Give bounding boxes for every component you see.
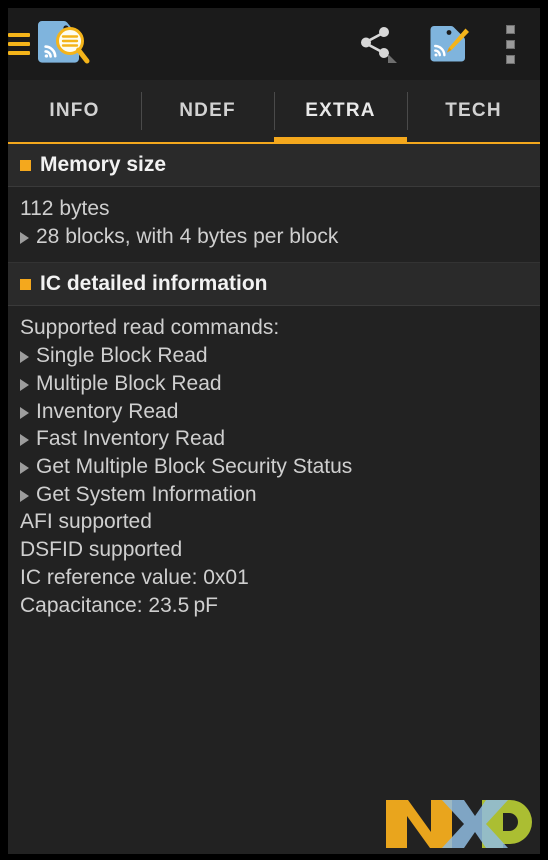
list-item-text: Get Multiple Block Security Status (36, 455, 353, 479)
tab-extra[interactable]: EXTRA (274, 80, 407, 142)
bullet-triangle-icon (20, 462, 29, 475)
action-bar (8, 8, 540, 80)
overflow-menu-icon[interactable] (484, 13, 536, 75)
device-frame: INFO NDEF EXTRA TECH Memory size 112 byt… (0, 0, 548, 860)
list-item-text: 28 blocks, with 4 bytes per block (36, 224, 339, 248)
nxp-logo (384, 796, 534, 852)
list-item: Inventory Read (20, 398, 528, 426)
bullet-triangle-icon (20, 231, 29, 244)
section-body-memory-size: 112 bytes 28 blocks, with 4 bytes per bl… (8, 187, 540, 264)
list-item-text: Multiple Block Read (36, 371, 222, 395)
list-item: Single Block Read (20, 342, 528, 370)
list-item: Fast Inventory Read (20, 425, 528, 453)
list-item-text: Get System Information (36, 482, 257, 506)
bullet-triangle-icon (20, 406, 29, 419)
tab-label: NDEF (179, 100, 236, 121)
nfc-tag-reader-icon[interactable] (32, 15, 92, 73)
list-item-text: IC reference value: 0x01 (20, 565, 249, 589)
overflow-dot (505, 39, 515, 49)
list-item-text: Capacitance: 23.5 pF (20, 593, 218, 617)
tab-label: EXTRA (305, 100, 376, 121)
section-header-ic-detailed-information: IC detailed information (8, 263, 540, 307)
list-item: 112 bytes (20, 195, 528, 223)
section-bullet-icon (20, 278, 31, 290)
list-item-text: AFI supported (20, 510, 152, 534)
section-title: IC detailed information (40, 272, 268, 296)
list-item-text: 112 bytes (20, 197, 110, 220)
tab-tech[interactable]: TECH (407, 80, 540, 142)
extra-tab-content: Memory size 112 bytes 28 blocks, with 4 … (8, 144, 540, 854)
overflow-dot (505, 24, 515, 34)
overflow-dot (505, 54, 515, 64)
list-item: IC reference value: 0x01 (20, 564, 528, 592)
app-screen: INFO NDEF EXTRA TECH Memory size 112 byt… (8, 8, 540, 854)
section-body-ic-detailed-information: Supported read commands: Single Block Re… (8, 306, 540, 632)
tab-info[interactable]: INFO (8, 80, 141, 142)
section-title: Memory size (40, 153, 167, 176)
list-item-text: Fast Inventory Read (36, 427, 226, 451)
bullet-triangle-icon (20, 351, 29, 364)
tab-label: TECH (445, 100, 502, 121)
hamburger-line (8, 33, 30, 37)
tab-label: INFO (49, 100, 100, 121)
list-item-text: Inventory Read (36, 399, 179, 423)
section-header-memory-size: Memory size (8, 144, 540, 187)
list-item: Get Multiple Block Security Status (20, 453, 528, 481)
bullet-triangle-icon (20, 489, 29, 502)
tab-ndef[interactable]: NDEF (141, 80, 274, 142)
list-item: 28 blocks, with 4 bytes per block (20, 223, 528, 251)
list-item: Multiple Block Read (20, 370, 528, 398)
hamburger-line (8, 51, 30, 55)
list-item: Capacitance: 23.5 pF (20, 592, 528, 620)
dropdown-triangle-icon (388, 54, 397, 63)
share-button[interactable] (340, 13, 412, 75)
hamburger-menu-icon[interactable] (8, 29, 30, 59)
bullet-triangle-icon (20, 434, 29, 447)
list-item: DSFID supported (20, 536, 528, 564)
write-tag-button[interactable] (412, 13, 484, 75)
list-item-text: DSFID supported (20, 538, 183, 562)
tab-bar: INFO NDEF EXTRA TECH (8, 80, 540, 144)
bullet-triangle-icon (20, 378, 29, 391)
section-bullet-icon (20, 159, 31, 171)
list-item: AFI supported (20, 508, 528, 536)
list-item: Get System Information (20, 481, 528, 509)
list-item-text: Single Block Read (36, 344, 208, 368)
list-item: Supported read commands: (20, 314, 528, 342)
list-item-text: Supported read commands: (20, 316, 280, 340)
hamburger-line (8, 42, 30, 46)
